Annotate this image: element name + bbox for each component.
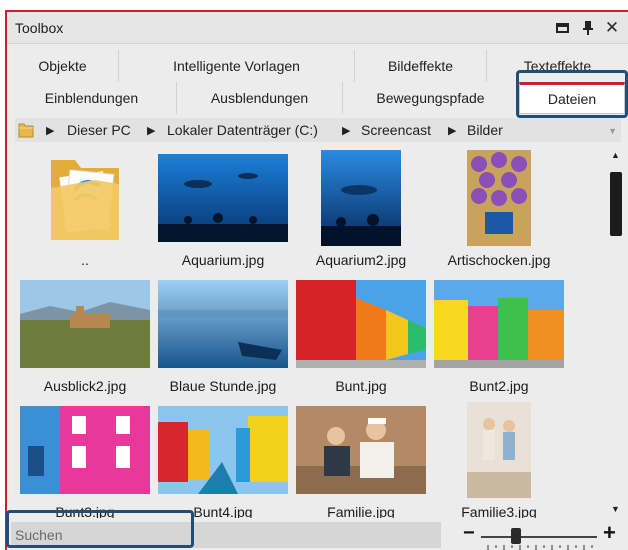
tab-intelligente-vorlagen[interactable]: Intelligente Vorlagen [119,50,355,82]
breadcrumb-arrow-icon[interactable]: ▶ [147,124,155,137]
bunt-image [296,280,426,368]
artischocken-image [467,150,531,246]
file-name: Bunt2.jpg [469,378,529,394]
tab-objekte[interactable]: Objekte [7,50,119,82]
image-thumbnail [153,400,293,500]
zoom-slider-track[interactable] [481,536,597,538]
maximize-button[interactable] [553,19,571,37]
folder-thumbnail [15,148,155,248]
breadcrumb-item-screencast[interactable]: Screencast [361,122,431,138]
vertical-scrollbar[interactable]: ▲ ▼ [609,148,623,516]
file-name: Bunt.jpg [335,378,387,394]
file-item[interactable]: .. [15,148,155,276]
zoom-slider-thumb[interactable] [510,528,521,544]
file-item[interactable]: Bunt.jpg [291,274,431,402]
blaue-stunde-image [158,280,288,368]
file-name: Ausblick2.jpg [43,378,127,394]
file-item[interactable]: Blaue Stunde.jpg [153,274,293,402]
toolbox-window: Toolbox ✕ Objekte Intelligente Vorlagen … [7,12,628,550]
breadcrumb-arrow-icon[interactable]: ▶ [342,124,350,137]
search-highlight [6,510,194,548]
tab-bewegungspfade[interactable]: Bewegungspfade [343,82,519,114]
dateien-tab-highlight [516,70,628,118]
scroll-up-icon[interactable]: ▲ [611,150,620,160]
file-grid: .. Aquarium.jpg Aquarium2.jpg Artischock… [7,144,605,524]
top-accent-bar [0,0,628,12]
breadcrumb-item-drive[interactable]: Lokaler Datenträger (C:) [167,122,318,138]
window-title: Toolbox [15,20,64,36]
tab-ausblendungen[interactable]: Ausblendungen [177,82,343,114]
breadcrumb-arrow-icon[interactable]: ▶ [46,124,54,137]
pin-icon [583,21,593,35]
image-thumbnail [153,274,293,374]
close-button[interactable]: ✕ [603,19,621,37]
file-item[interactable]: Familie.jpg [291,400,431,524]
image-thumbnail [429,148,569,248]
close-icon: ✕ [604,18,620,37]
bunt2-image [434,280,564,368]
image-thumbnail [291,148,431,248]
file-name: Blaue Stunde.jpg [169,378,277,394]
folder-icon [51,160,119,240]
familie3-image [467,402,531,498]
scroll-thumb[interactable] [610,172,622,236]
breadcrumb-item-dieser-pc[interactable]: Dieser PC [67,122,131,138]
breadcrumb-item-bilder[interactable]: Bilder [467,122,503,138]
breadcrumb: ▶ Dieser PC ▶ Lokaler Datenträger (C:) ▶… [15,118,621,142]
file-item[interactable]: Ausblick2.jpg [15,274,155,402]
breadcrumb-arrow-icon[interactable]: ▶ [448,124,456,137]
bunt4-image [158,406,288,494]
file-item[interactable]: Aquarium.jpg [153,148,293,276]
image-thumbnail [15,274,155,374]
file-item[interactable]: Artischocken.jpg [429,148,569,276]
image-thumbnail [429,400,569,500]
folder-icon[interactable] [18,121,34,138]
title-bar: Toolbox ✕ [7,12,628,44]
zoom-ticks [487,545,593,550]
maximize-icon [555,23,569,33]
familie-image [296,406,426,494]
image-thumbnail [291,274,431,374]
image-thumbnail [429,274,569,374]
file-name: .. [81,252,89,268]
image-thumbnail [15,400,155,500]
file-item[interactable]: Bunt2.jpg [429,274,569,402]
pin-button[interactable] [579,19,597,37]
image-thumbnail [291,400,431,500]
file-name: Artischocken.jpg [447,252,551,268]
file-name: Aquarium2.jpg [315,252,407,268]
ausblick2-image [20,280,150,368]
zoom-out-button[interactable]: − [463,522,475,545]
file-item[interactable]: Aquarium2.jpg [291,148,431,276]
zoom-in-button[interactable]: + [603,520,616,546]
file-name: Aquarium.jpg [181,252,265,268]
file-item[interactable]: Bunt4.jpg [153,400,293,524]
image-thumbnail [153,148,293,248]
bunt3-image [20,406,150,494]
file-item[interactable]: Bunt3.jpg [15,400,155,524]
tab-einblendungen[interactable]: Einblendungen [7,82,177,114]
tab-bildeffekte[interactable]: Bildeffekte [355,50,487,82]
scroll-down-icon[interactable]: ▼ [611,504,620,514]
breadcrumb-dropdown-icon[interactable]: ▼ [608,126,617,136]
file-item[interactable]: Familie3.jpg [429,400,569,524]
aquarium-image [158,154,288,242]
aquarium2-image [321,150,401,246]
